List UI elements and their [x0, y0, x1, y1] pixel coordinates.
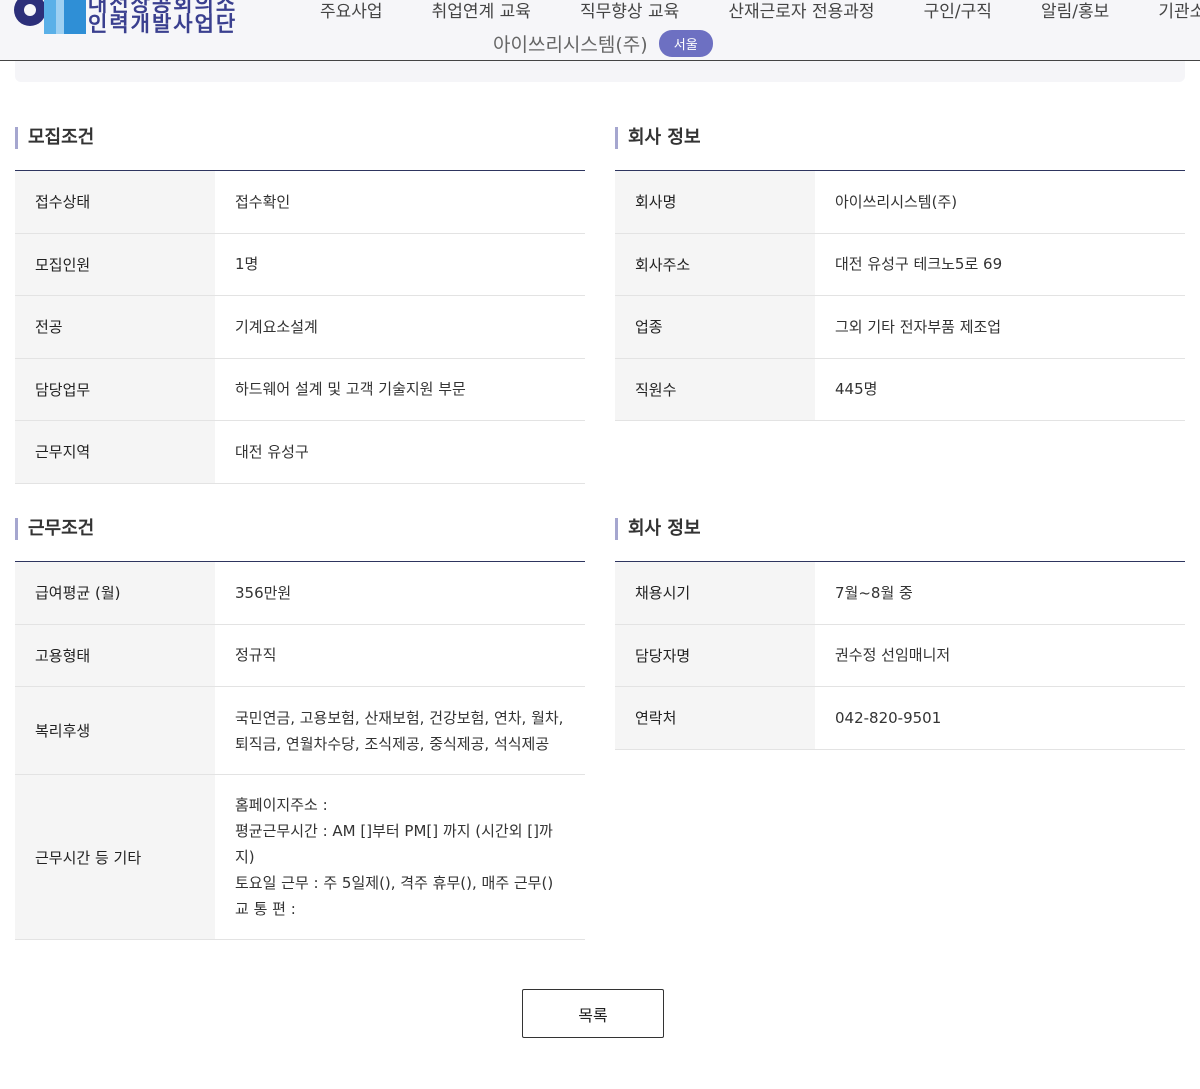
table-row: 전공 기계요소설계 [15, 295, 585, 359]
row-value: 권수정 선임매니저 [815, 624, 1185, 687]
title-panel-bottom [15, 61, 1185, 82]
row-label: 연락처 [615, 686, 815, 750]
section-title: 회사 정보 [615, 127, 1185, 149]
row-value: 기계요소설계 [215, 295, 585, 359]
company-table: 회사명 아이쓰리시스템(주) 회사주소 대전 유성구 테크노5로 69 업종 그외 기… [615, 170, 1185, 421]
table-row: 고용형태 정규직 [15, 624, 585, 687]
main-nav: 주요사업 취업연계 교육 직무향상 교육 산재근로자 전용과정 구인/구직 알림… [320, 0, 1200, 22]
company-info-section: 회사 정보 회사명 아이쓰리시스템(주) 회사주소 대전 유성구 테크노5로 69 … [615, 127, 1185, 421]
section-title: 근무조건 [15, 518, 585, 540]
contact-info-section: 회사 정보 채용시기 7월~8월 중 담당자명 권수정 선임매니저 연락처 042-8… [615, 518, 1185, 750]
nav-injured-worker-course[interactable]: 산재근로자 전용과정 [728, 0, 874, 22]
row-value: 정규직 [215, 624, 585, 687]
other-line-transport: 교 통 편 : [235, 900, 296, 918]
row-value: 7월~8월 중 [815, 561, 1185, 625]
row-label: 접수상태 [15, 170, 215, 234]
nav-notice[interactable]: 알림/홍보 [1041, 0, 1109, 22]
row-label: 직원수 [615, 358, 815, 421]
row-label: 고용형태 [15, 624, 215, 687]
table-row: 직원수 445명 [615, 358, 1185, 421]
row-label: 근무지역 [15, 420, 215, 484]
row-value: 042-820-9501 [815, 686, 1185, 750]
site-logo[interactable]: 대전상공회의소 인력개발사업단 [14, 0, 244, 38]
table-row: 채용시기 7월~8월 중 [615, 561, 1185, 625]
table-row: 근무지역 대전 유성구 [15, 420, 585, 484]
table-row: 근무시간 등 기타 홈페이지주소 : 평균근무시간 : AM []부터 PM[]… [15, 774, 585, 940]
other-line-homepage: 홈페이지주소 : [235, 796, 328, 814]
table-row: 모집인원 1명 [15, 233, 585, 296]
recruit-section: 모집조건 접수상태 접수확인 모집인원 1명 전공 기계요소설계 담당업무 하드웨어 설… [15, 127, 585, 484]
table-row: 복리후생 국민연금, 고용보험, 산재보험, 건강보험, 연차, 월차, 퇴직금,… [15, 686, 585, 775]
row-value: 홈페이지주소 : 평균근무시간 : AM []부터 PM[] 까지 (시간외 [… [215, 774, 585, 940]
row-value: 그외 기타 전자부품 제조업 [815, 295, 1185, 359]
section-title: 모집조건 [15, 127, 585, 149]
row-label: 채용시기 [615, 561, 815, 625]
contact-table: 채용시기 7월~8월 중 담당자명 권수정 선임매니저 연락처 042-820-950… [615, 561, 1185, 750]
row-label: 근무시간 등 기타 [15, 774, 215, 940]
nav-about[interactable]: 기관소개 [1158, 0, 1200, 22]
nav-employment-education[interactable]: 취업연계 교육 [432, 0, 531, 22]
row-value: 356만원 [215, 561, 585, 625]
row-label: 모집인원 [15, 233, 215, 296]
table-row: 연락처 042-820-9501 [615, 686, 1185, 750]
work-conditions-section: 근무조건 급여평균 (월) 356만원 고용형태 정규직 복리후생 국민연금, 고용보… [15, 518, 585, 940]
table-row: 접수상태 접수확인 [15, 170, 585, 234]
row-label: 복리후생 [15, 686, 215, 775]
row-value: 국민연금, 고용보험, 산재보험, 건강보험, 연차, 월차, 퇴직금, 연월차… [215, 686, 585, 775]
table-row: 회사주소 대전 유성구 테크노5로 69 [615, 233, 1185, 296]
row-value: 445명 [815, 358, 1185, 421]
row-value: 하드웨어 설계 및 고객 기술지원 부문 [215, 358, 585, 421]
row-label: 담당자명 [615, 624, 815, 687]
table-row: 담당자명 권수정 선임매니저 [615, 624, 1185, 687]
other-line-saturday: 토요일 근무 : 주 5일제(), 격주 휴무(), 매주 근무() [235, 874, 554, 892]
table-row: 회사명 아이쓰리시스템(주) [615, 170, 1185, 234]
row-value: 1명 [215, 233, 585, 296]
table-row: 급여평균 (월) 356만원 [15, 561, 585, 625]
table-row: 업종 그외 기타 전자부품 제조업 [615, 295, 1185, 359]
row-value: 대전 유성구 테크노5로 69 [815, 233, 1185, 296]
region-badge: 서울 [658, 30, 713, 57]
nav-main-business[interactable]: 주요사업 [320, 0, 383, 22]
recruit-table: 접수상태 접수확인 모집인원 1명 전공 기계요소설계 담당업무 하드웨어 설계 및 고… [15, 170, 585, 484]
row-label: 업종 [615, 295, 815, 359]
list-button[interactable]: 목록 [522, 989, 664, 1038]
row-label: 담당업무 [15, 358, 215, 421]
site-header: 대전상공회의소 인력개발사업단 주요사업 취업연계 교육 직무향상 교육 산재근… [0, 0, 1200, 61]
row-label: 회사주소 [615, 233, 815, 296]
nav-jobs[interactable]: 구인/구직 [924, 0, 992, 22]
work-table: 급여평균 (월) 356만원 고용형태 정규직 복리후생 국민연금, 고용보험, 산재… [15, 561, 585, 940]
section-title: 회사 정보 [615, 518, 1185, 540]
row-label: 회사명 [615, 170, 815, 234]
row-value: 대전 유성구 [215, 420, 585, 484]
row-value: 접수확인 [215, 170, 585, 234]
other-line-hours: 평균근무시간 : AM []부터 PM[] 까지 (시간외 []까지) [235, 822, 553, 866]
table-row: 담당업무 하드웨어 설계 및 고객 기술지원 부문 [15, 358, 585, 421]
row-label: 급여평균 (월) [15, 561, 215, 625]
row-label: 전공 [15, 295, 215, 359]
nav-job-improvement[interactable]: 직무향상 교육 [580, 0, 679, 22]
company-title-row: 아이쓰리시스템(주) 서울 [493, 30, 713, 57]
page-title: 아이쓰리시스템(주) [493, 34, 648, 56]
row-value: 아이쓰리시스템(주) [815, 170, 1185, 234]
logo-line2: 인력개발사업단 [88, 12, 238, 36]
logo-gear-icon [14, 0, 86, 34]
